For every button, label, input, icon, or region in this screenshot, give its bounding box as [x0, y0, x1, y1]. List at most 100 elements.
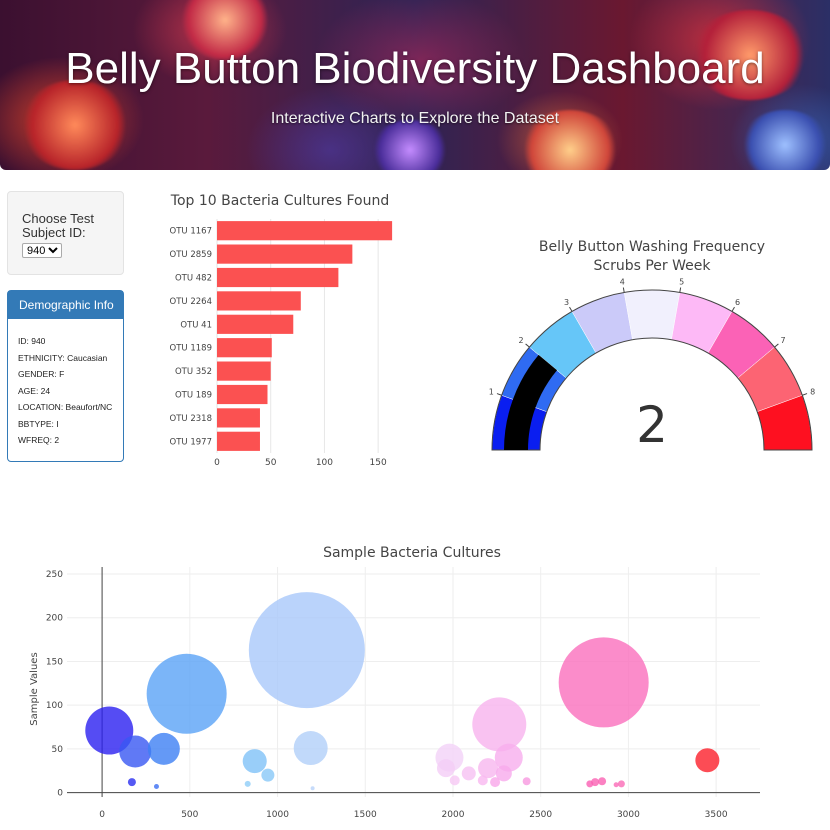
bubble[interactable] — [461, 766, 476, 781]
bubble-x-tick-label: 1000 — [266, 810, 289, 820]
bubble[interactable] — [147, 732, 180, 765]
subject-id-select[interactable]: 940 — [22, 243, 62, 258]
bar-x-tick-label: 50 — [265, 458, 277, 468]
bubble[interactable] — [261, 768, 275, 782]
bubble-x-tick-label: 500 — [181, 810, 198, 820]
page-title: Belly Button Biodiversity Dashboard — [65, 44, 765, 93]
bubble-x-tick-label: 2500 — [529, 810, 552, 820]
gauge-subtitle: Scrubs Per Week — [594, 258, 712, 274]
page-subtitle: Interactive Charts to Explore the Datase… — [270, 110, 560, 127]
gauge-tick-label: 3 — [564, 298, 569, 307]
demographic-age: AGE: 24 — [18, 385, 51, 396]
bar[interactable] — [217, 338, 272, 358]
header-banner: Belly Button Biodiversity Dashboard Inte… — [0, 0, 830, 170]
bar-category-label: OTU 41 — [180, 320, 212, 330]
bar[interactable] — [217, 221, 393, 241]
demographic-ethnicity: ETHNICITY: Caucasian — [18, 352, 108, 363]
bar[interactable] — [217, 267, 339, 288]
bubble[interactable] — [522, 777, 531, 786]
gauge-tick-label: 4 — [620, 278, 625, 287]
bubble-chart-title: Sample Bacteria Cultures — [323, 545, 501, 561]
bubble[interactable] — [477, 775, 488, 786]
gauge-tick — [525, 343, 530, 348]
bubble[interactable] — [293, 731, 328, 766]
bubble[interactable] — [617, 780, 625, 788]
subject-selector-panel: Choose Test Subject ID: 940 — [7, 191, 124, 275]
bubble[interactable] — [613, 782, 619, 788]
bar[interactable] — [217, 291, 301, 311]
gauge-tick — [802, 393, 808, 396]
bar[interactable] — [217, 361, 271, 381]
bar[interactable] — [217, 408, 260, 428]
bubble-chart[interactable]: Sample Bacteria Cultures Sample Values 0 50… — [0, 535, 830, 830]
bar-chart[interactable]: Top 10 Bacteria Cultures Found 0 50 100 150 O… — [140, 185, 440, 475]
demographic-bbtype: BBTYPE: I — [18, 418, 59, 429]
bubble-y-tick-label: 50 — [52, 745, 64, 755]
bubble-y-tick-label: 150 — [46, 657, 63, 667]
bubble[interactable] — [310, 786, 315, 791]
bar-category-label: OTU 482 — [175, 274, 212, 284]
bubble[interactable] — [244, 780, 251, 787]
bar-category-label: OTU 2264 — [170, 297, 212, 307]
subject-selector-label: Choose Test Subject ID: — [22, 211, 95, 240]
gauge-tick-label: 2 — [518, 336, 523, 345]
gauge-tick-label: 1 — [489, 388, 494, 397]
bubble-y-axis-label: Sample Values — [29, 652, 40, 725]
bubble[interactable] — [472, 697, 527, 752]
bar-x-tick-label: 0 — [214, 458, 220, 468]
bubble-x-tick-label: 0 — [99, 810, 105, 820]
bar-chart-title: Top 10 Bacteria Cultures Found — [170, 193, 389, 209]
bar-category-label: OTU 1167 — [170, 227, 212, 237]
gauge-tick-label: 6 — [735, 298, 740, 307]
gauge-tick — [496, 393, 502, 396]
bubble-x-tick-label: 1500 — [354, 810, 377, 820]
bubble-x-tick-label: 2000 — [442, 810, 465, 820]
bar[interactable] — [217, 384, 268, 405]
bubble[interactable] — [449, 775, 460, 786]
bubble[interactable] — [558, 637, 649, 728]
bubble-x-tick-label: 3500 — [705, 810, 728, 820]
gauge-tick — [731, 306, 735, 312]
bubble[interactable] — [695, 748, 720, 773]
bar-category-label: OTU 189 — [175, 391, 212, 401]
gauge-tick — [622, 287, 625, 293]
gauge-tick-label: 8 — [810, 388, 815, 397]
bubble-y-tick-label: 0 — [57, 789, 63, 799]
bar-category-label: OTU 1189 — [170, 344, 212, 354]
demographic-id: ID: 940 — [18, 336, 46, 346]
demographic-wfreq: WFREQ: 2 — [18, 435, 60, 445]
demographic-panel: Demographic Info ID: 940 ETHNICITY: Cauc… — [7, 290, 124, 462]
bubble-y-tick-label: 100 — [46, 701, 63, 711]
demographic-heading: Demographic Info — [8, 291, 123, 319]
bubble[interactable] — [153, 784, 159, 790]
bubble[interactable] — [478, 758, 499, 779]
bar[interactable] — [217, 431, 260, 451]
gauge-chart[interactable]: Belly Button Washing Frequency Scrubs Per… — [480, 230, 825, 470]
gauge-tick — [774, 343, 779, 348]
gauge-tick — [569, 306, 573, 312]
bubble-y-tick-label: 250 — [46, 570, 63, 580]
bar[interactable] — [217, 314, 294, 334]
bar-category-label: OTU 2859 — [170, 250, 212, 260]
bubble[interactable] — [127, 778, 136, 787]
gauge-step[interactable] — [623, 289, 681, 340]
bar-category-label: OTU 2318 — [170, 414, 212, 424]
gauge-tick-label: 7 — [780, 336, 785, 345]
bubble[interactable] — [248, 592, 365, 709]
bubble[interactable] — [490, 777, 501, 788]
bubble-x-tick-label: 3000 — [617, 810, 640, 820]
bar[interactable] — [217, 244, 353, 264]
bar-category-label: OTU 1977 — [170, 437, 212, 447]
bubble[interactable] — [591, 778, 600, 787]
bar-x-tick-label: 100 — [316, 458, 333, 468]
bubble[interactable] — [598, 777, 607, 786]
bubble[interactable] — [146, 653, 227, 734]
bubble[interactable] — [119, 735, 152, 768]
gauge-value-label: 2 — [636, 396, 668, 454]
gauge-title: Belly Button Washing Frequency — [539, 239, 765, 255]
gauge-tick — [679, 287, 682, 293]
bar-category-label: OTU 352 — [175, 367, 212, 377]
bubble[interactable] — [242, 749, 267, 774]
gauge-tick-label: 5 — [679, 278, 684, 287]
bubble[interactable] — [436, 759, 455, 778]
